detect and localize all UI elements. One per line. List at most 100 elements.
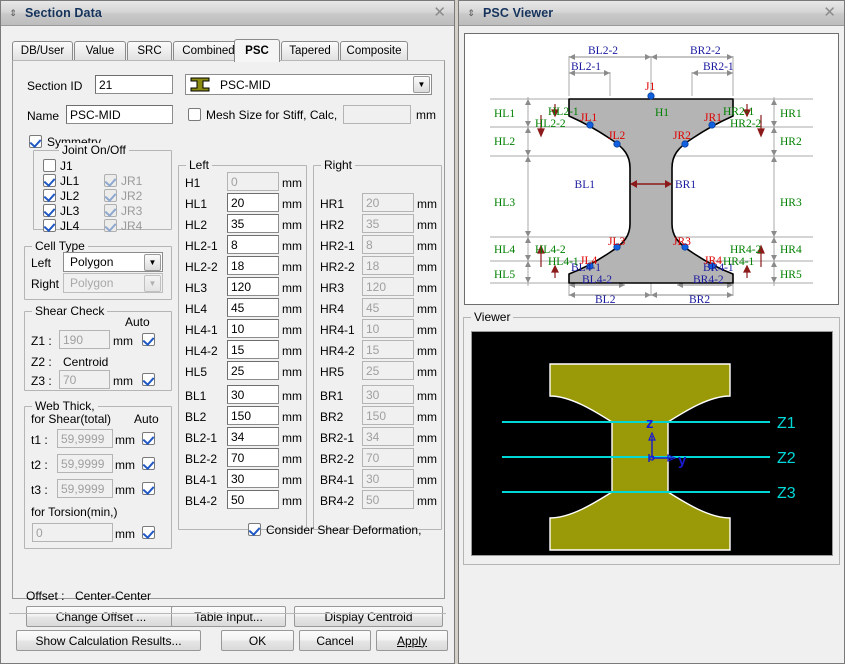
diagram-label-bl2-2: BL2-2 [588,45,618,57]
display-centroid-button[interactable]: Display Centroid [294,606,443,627]
chevron-down-icon[interactable]: ▼ [413,76,430,93]
diagram-label-bl2: BL2 [595,294,616,304]
consider-shear-deformation-checkbox[interactable] [248,523,261,536]
web-thick-subtitle: for Shear(total) [31,412,112,426]
show-calculation-results-button[interactable]: Show Calculation Results... [16,630,201,651]
right-hr3-input: 120 [362,277,414,296]
left-hl2-2-unit: mm [282,260,302,274]
tab-src[interactable]: SRC [127,41,172,60]
apply-button[interactable]: Apply [376,630,448,651]
diagram-label-hr4: HR4 [780,244,802,256]
left-hl4-input[interactable]: 45 [227,298,279,317]
ok-button[interactable]: OK [221,630,294,651]
left-hl5-input[interactable]: 25 [227,361,279,380]
left-bl2-input[interactable]: 150 [227,406,279,425]
web-thick-t2-input: 59,9999 [57,454,113,473]
web-thick-torsion-auto-checkbox[interactable] [142,526,155,539]
diagram-label-hl2: HL2 [494,136,515,148]
left-bl4-1-unit: mm [282,473,302,487]
web-thick-t2-auto-checkbox[interactable] [142,457,155,470]
offset-label: Offset : [26,589,65,603]
section-data-titlebar[interactable]: ⇕ Section Data ✕ [1,1,454,26]
tab-value[interactable]: Value [74,41,126,60]
section-shape-combo[interactable]: PSC-MID ▼ [185,74,432,95]
left-hl2-2-input[interactable]: 18 [227,256,279,275]
diagram-label-hr5: HR5 [780,269,802,281]
right-hr3-unit: mm [417,281,437,295]
right-hr2-1-input: 8 [362,235,414,254]
close-icon[interactable]: ✕ [819,5,840,22]
left-bl4-2-unit: mm [282,494,302,508]
shear-check-z1-auto-checkbox[interactable] [142,333,155,346]
table-input-button[interactable]: Table Input... [171,606,286,627]
shear-check-z3-auto-checkbox[interactable] [142,373,155,386]
left-bl4-2-label: BL4-2 [185,494,218,508]
left-hl4-1-label: HL4-1 [185,323,218,337]
shear-check-z1-label: Z1 : [31,334,52,348]
section-shape-value: PSC-MID [220,77,271,92]
right-br2-1-unit: mm [417,431,437,445]
tab-tapered-label: Tapered [289,45,331,57]
joint-on-off-group: Joint On/Off J1 JL1 JL2 JL3 JL4 JR1 JR2 [33,143,172,233]
left-bl2-1-unit: mm [282,431,302,445]
shear-check-auto-label: Auto [125,315,150,329]
tab-tapered[interactable]: Tapered [281,41,339,60]
diagram-label-jr2: JR2 [673,130,691,142]
left-bl2-2-input[interactable]: 70 [227,448,279,467]
left-bl1-input[interactable]: 30 [227,385,279,404]
cell-type-right-label: Right [31,277,60,291]
joint-j1-checkbox[interactable] [43,159,56,172]
web-thick-t2-unit: mm [115,458,135,472]
tab-psc-label: PSC [245,45,269,57]
joint-jl2-checkbox[interactable] [43,189,56,202]
shear-check-z3-input: 70 [59,370,110,389]
right-br2-1-label: BR2-1 [320,431,355,445]
move-grip-icon[interactable]: ⇕ [465,6,477,20]
diagram-label-hl4-1: HL4-1 [548,256,579,268]
web-thick-t3-auto-checkbox[interactable] [142,482,155,495]
left-bl2-1-input[interactable]: 34 [227,427,279,446]
joint-jl4-checkbox[interactable] [43,219,56,232]
cell-type-left-combo[interactable]: Polygon ▼ [63,252,163,272]
cancel-button[interactable]: Cancel [299,630,371,651]
left-hl3-input[interactable]: 120 [227,277,279,296]
diagram-label-jr3: JR3 [673,236,691,248]
tab-db-user-label: DB/User [20,45,65,57]
tab-composite[interactable]: Composite [340,41,408,60]
left-hl2-1-input[interactable]: 8 [227,235,279,254]
left-hl1-input[interactable]: 20 [227,193,279,212]
section-data-body: DB/User Value SRC Combined PSC Tapered C… [1,26,454,663]
left-hl4-1-input[interactable]: 10 [227,319,279,338]
mesh-size-checkbox[interactable] [188,108,201,121]
mesh-size-input[interactable] [343,105,411,124]
name-input[interactable]: PSC-MID [66,105,173,124]
section-id-label: Section ID [27,79,83,93]
left-hl4-2-input[interactable]: 15 [227,340,279,359]
viewer-canvas[interactable]: Z1 Z2 Z3 z y [471,331,833,556]
diagram-label-br2-1: BR2-1 [703,61,734,73]
right-hr4-2-label: HR4-2 [320,344,355,358]
left-bl4-1-input[interactable]: 30 [227,469,279,488]
right-hr2-label: HR2 [320,218,345,232]
symmetry-checkbox[interactable] [29,135,42,148]
joint-jl1-checkbox[interactable] [43,174,56,187]
close-icon[interactable]: ✕ [429,5,450,22]
cell-type-group: Cell Type Left Polygon ▼ Right Polygon ▼ [24,239,172,300]
section-id-input[interactable]: 21 [95,75,173,94]
diagram-label-jr1: JR1 [704,112,722,124]
psc-viewer-titlebar[interactable]: ⇕ PSC Viewer ✕ [459,1,844,26]
viewer-z3-label: Z3 [777,485,796,502]
web-thick-t1-auto-checkbox[interactable] [142,432,155,445]
tab-value-label: Value [85,45,115,57]
chevron-down-icon[interactable]: ▼ [144,253,161,271]
change-offset-button[interactable]: Change Offset ... [26,606,176,627]
tab-db-user[interactable]: DB/User [12,41,73,60]
right-group-title: Right [321,158,356,172]
section-data-title: Section Data [25,6,102,20]
joint-jl1-label: JL1 [60,174,80,188]
joint-jl3-checkbox[interactable] [43,204,56,217]
left-bl4-2-input[interactable]: 50 [227,490,279,509]
left-hl2-input[interactable]: 35 [227,214,279,233]
tab-psc[interactable]: PSC [234,39,280,62]
move-grip-icon[interactable]: ⇕ [7,6,19,20]
